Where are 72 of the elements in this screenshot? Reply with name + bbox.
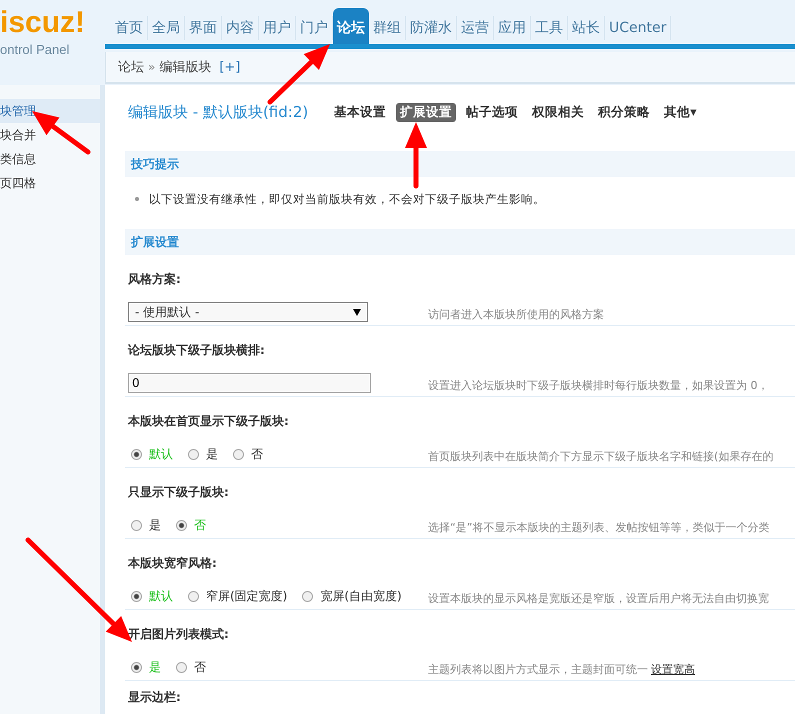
nav-tab[interactable]: 运营 (457, 16, 494, 40)
nav-tab[interactable]: 首页 (111, 16, 148, 40)
sidebar-item[interactable]: 块合并 (0, 123, 100, 147)
radio-label: 否 (251, 446, 263, 462)
bullet-icon (135, 197, 139, 201)
link[interactable]: 设置宽高 (651, 662, 695, 676)
radio-button[interactable] (188, 448, 199, 460)
radio-label: 否 (194, 658, 206, 676)
setting-description: 设置本版块的显示风格是宽版还是窄版，设置后用户将无法自由切换宽 (428, 590, 769, 606)
section-header: 技巧提示 (125, 151, 795, 177)
setting-description: 首页版块列表中在版块简介下方显示下级子版块名字和链接(如果存在的 (428, 448, 774, 464)
nav-tab[interactable]: UCenter (605, 16, 672, 40)
nav-tab[interactable]: 论坛 (333, 8, 369, 44)
setting-description: 主题列表将以图片方式显示，主题封面可统一 (428, 662, 648, 676)
nav-tab[interactable]: 用户 (259, 16, 296, 40)
sidebar-item[interactable]: 类信息 (0, 147, 100, 171)
radio-label: 默认 (149, 446, 173, 462)
radio-button[interactable] (233, 448, 244, 460)
nav-tab[interactable]: 站长 (568, 16, 605, 40)
radio-label: 默认 (149, 588, 173, 604)
sidebar-item[interactable]: 页四格 (0, 171, 100, 195)
radio-label: 宽屏(自由宽度) (320, 588, 402, 604)
tab[interactable]: 基本设置 (330, 102, 390, 122)
setting-label: 本版块在首页显示下级子版块: (128, 413, 290, 430)
nav-tab[interactable]: 防灌水 (406, 16, 457, 40)
radio-button[interactable] (188, 590, 199, 602)
tab[interactable]: 扩展设置 (396, 102, 456, 122)
setting-description: 访问者进入本版块所使用的风格方案 (428, 306, 604, 322)
tab[interactable]: 积分策略 (594, 102, 654, 122)
nav-tab[interactable]: 工具 (531, 16, 568, 40)
radio-button[interactable] (131, 590, 142, 602)
section-header: 扩展设置 (125, 229, 795, 255)
radio-label: 是 (206, 446, 218, 462)
dropdown[interactable]: - 使用默认 - (128, 302, 368, 322)
setting-description: 设置进入论坛版块时下级子版块横排时每行版块数量，如果设置为 0， (428, 378, 768, 392)
setting-label: 本版块宽窄风格: (128, 555, 218, 572)
caret-icon (353, 308, 361, 316)
radio-button[interactable] (131, 662, 142, 672)
radio-button[interactable] (131, 448, 142, 460)
breadcrumb-current: 编辑版块 (159, 59, 212, 76)
sidebar-item[interactable]: 块管理 (0, 99, 100, 123)
tab[interactable]: 权限相关 (528, 102, 588, 122)
radio-button[interactable] (176, 520, 187, 530)
logo-text: iscuz! (0, 6, 86, 40)
setting-label: 风格方案: (128, 271, 182, 288)
radio-button[interactable] (131, 520, 142, 530)
radio-label: 是 (149, 516, 161, 534)
breadcrumb-link[interactable]: 论坛 (118, 58, 144, 76)
setting-label: 只显示下级子版块: (128, 484, 230, 501)
setting-label: 论坛版块下级子版块横排: (128, 342, 266, 359)
setting-description: 选择“是”将不显示本版块的主题列表、发帖按钮等等，类似于一个分类 (428, 520, 770, 534)
nav-tab[interactable]: 界面 (185, 16, 222, 40)
annotation-arrow (405, 122, 427, 188)
nav-tab[interactable]: 全局 (148, 16, 185, 40)
tip-text: 以下设置没有继承性，即仅对当前版块有效，不会对下级子版块产生影响。 (149, 192, 545, 206)
page-title: 编辑版块 - 默认版块(fid:2) (128, 102, 308, 122)
tab[interactable]: 帖子选项 (462, 102, 522, 122)
radio-button[interactable] (176, 662, 187, 672)
radio-label: 否 (194, 516, 206, 534)
setting-label: 显示边栏: (128, 689, 182, 706)
radio-label: 是 (149, 658, 161, 676)
tab[interactable]: 其他▾ (660, 102, 701, 122)
radio-label: 窄屏(固定宽度) (206, 588, 288, 604)
add-link[interactable]: [+] (219, 60, 240, 74)
nav-tab[interactable]: 群组 (369, 16, 406, 40)
breadcrumb-separator: » (148, 60, 156, 74)
nav-tab[interactable]: 内容 (222, 16, 259, 40)
radio-button[interactable] (302, 590, 314, 602)
logo-subtitle: ontrol Panel (0, 42, 70, 57)
annotation-arrow (268, 44, 330, 104)
input-field[interactable]: 0 (128, 373, 371, 393)
nav-tab[interactable]: 应用 (494, 16, 531, 40)
